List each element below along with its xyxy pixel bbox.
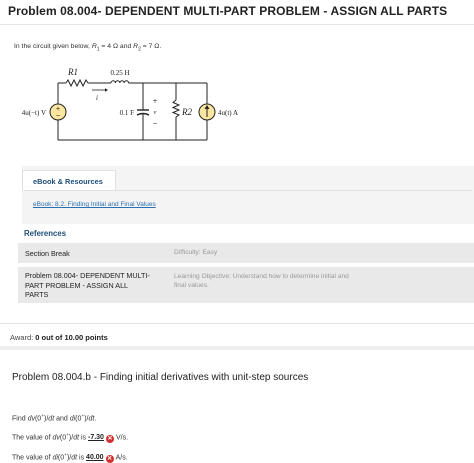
current-label: i [96, 94, 98, 102]
award-score: 0 out of 10.00 points [35, 333, 108, 342]
inductor-label: 0.25 H [110, 69, 129, 77]
circuit-diagram: + − R1 0.25 H i 4u(−t) V 0.1 F + v − R2 … [3, 60, 249, 146]
problem-title: Problem 08.004- DEPENDENT MULTI-PART PRO… [8, 4, 448, 18]
di-answer-value[interactable]: 40.00 [86, 454, 104, 461]
header-divider [0, 24, 474, 25]
capacitor-label: 0.1 F [120, 109, 135, 117]
problem-intro: In the circuit given below, R1 = 4 Ω and… [14, 43, 162, 53]
voltage-source-label: 4u(−t) V [22, 109, 46, 117]
incorrect-icon: ✕ [105, 435, 114, 444]
part-title: Problem 08.004.b - Finding initial deriv… [12, 372, 309, 383]
answer-line-di: The value of di(0+)/dt is 40.00 ✕ A/s. [12, 453, 128, 463]
svg-text:−: − [55, 113, 60, 120]
current-source-label: 4u(t) A [218, 109, 238, 117]
award-divider [0, 323, 474, 324]
r2-label: R2 [181, 107, 192, 117]
ebook-link[interactable]: eBook: 8.2. Finding Initial and Final Va… [33, 201, 156, 208]
question-prompt: Find dv(0+)/dt and di(0+)/dt. [12, 414, 97, 423]
references-row: Section Break Difficulty: Easy [18, 243, 474, 263]
r1-label: R1 [67, 67, 78, 77]
references-heading: References [24, 229, 67, 238]
difficulty-label: Difficulty: Easy [174, 249, 218, 256]
dv-answer-value[interactable]: -7.30 [88, 434, 104, 441]
problem-reference-label: Problem 08.004- DEPENDENT MULTI-PART PRO… [25, 271, 150, 299]
answer-line-dv: The value of dv(0+)/dt is -7.30 ✕ V/s. [12, 433, 129, 444]
tab-underline [24, 190, 472, 191]
v-minus-label: − [152, 120, 157, 127]
tab-ebook-resources[interactable]: eBook & Resources [22, 170, 116, 190]
learning-objective-label: Learning Objective: Understand how to de… [174, 273, 349, 289]
v-plus-label: + [152, 98, 157, 105]
incorrect-icon: ✕ [105, 455, 114, 463]
award-text: Award: 0 out of 10.00 points [10, 333, 108, 342]
svg-text:+: + [55, 106, 60, 113]
section-divider [0, 346, 474, 350]
section-break-label: Section Break [25, 249, 70, 258]
v-label: v [154, 110, 157, 116]
references-row: Problem 08.004- DEPENDENT MULTI-PART PRO… [18, 267, 474, 303]
